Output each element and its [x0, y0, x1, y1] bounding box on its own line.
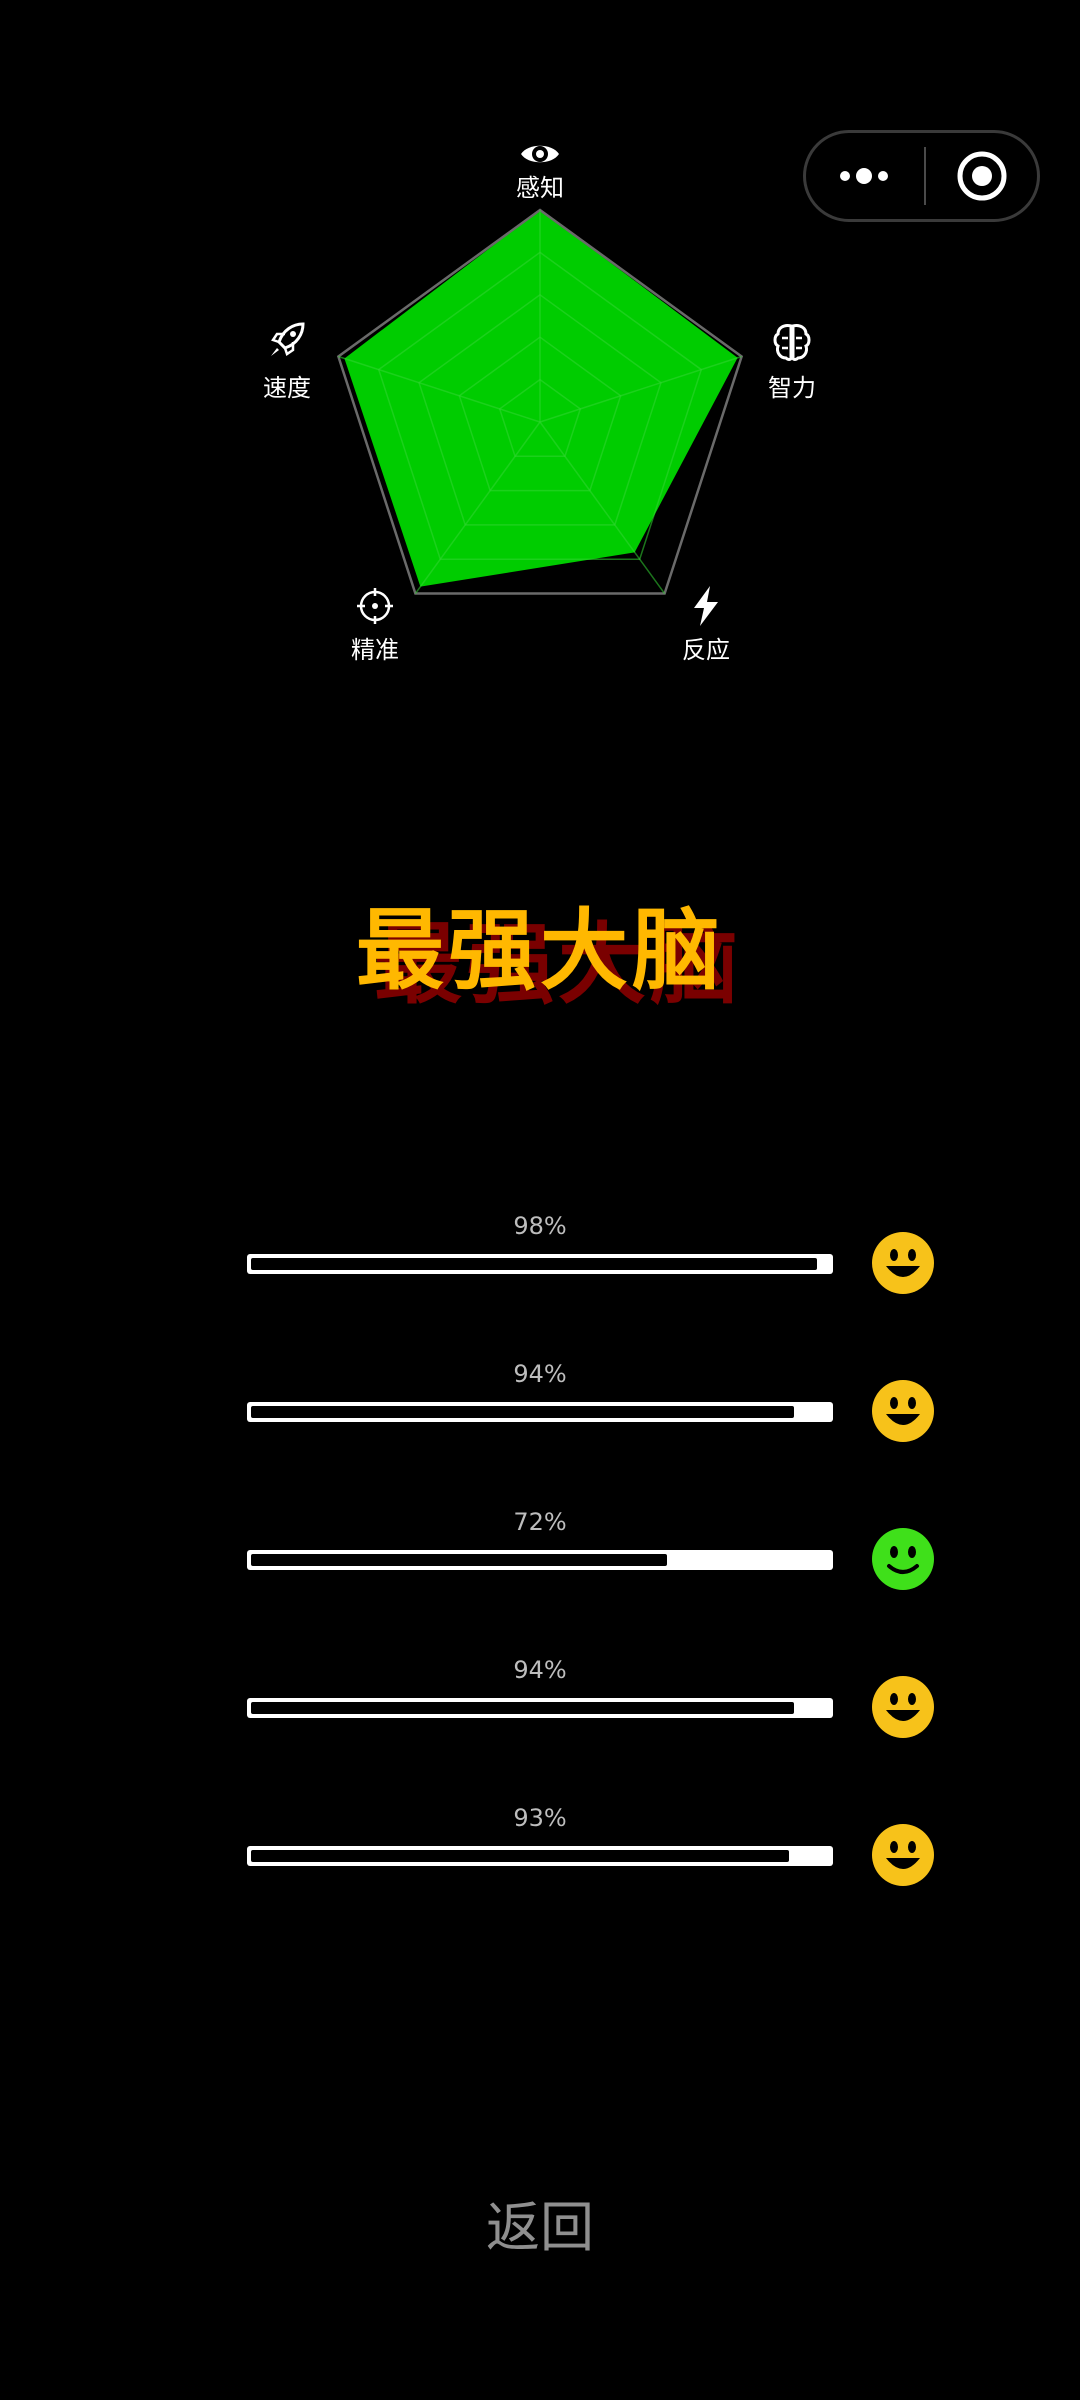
score-percent: 94%	[513, 1656, 567, 1684]
smile-icon	[872, 1528, 934, 1590]
score-percent: 98%	[513, 1212, 567, 1240]
score-row: 98%	[0, 1212, 1080, 1312]
score-row: 72%	[0, 1508, 1080, 1608]
score-bar-fill	[251, 1554, 668, 1566]
big-grin-icon	[872, 1676, 934, 1738]
radar-data-area	[344, 210, 738, 587]
score-row: 93%	[0, 1804, 1080, 1904]
radar-chart	[336, 208, 744, 595]
brain-icon	[773, 324, 811, 361]
score-bar-fill	[251, 1850, 789, 1862]
big-grin-icon	[872, 1232, 934, 1294]
lightning-icon	[694, 586, 718, 626]
score-percent: 94%	[513, 1360, 567, 1388]
score-bar	[247, 1846, 833, 1866]
axis-label-intelligence: 智力	[768, 374, 816, 402]
score-percent: 93%	[513, 1804, 567, 1832]
score-bar	[247, 1550, 833, 1570]
score-bar	[247, 1698, 833, 1718]
score-bar-fill	[251, 1258, 818, 1270]
big-grin-icon	[872, 1824, 934, 1886]
result-title: 最强大脑 最强大脑	[0, 880, 1080, 1016]
axis-label-perception: 感知	[516, 174, 564, 202]
score-bar	[247, 1254, 833, 1274]
title-text: 最强大脑	[355, 899, 724, 1002]
score-bar-fill	[251, 1406, 795, 1418]
score-row: 94%	[0, 1360, 1080, 1460]
result-page: 感知 智力 反应 精准 速度 最强大脑 最强大脑 98% 94% 72% 94%…	[0, 0, 1080, 2400]
score-percent: 72%	[513, 1508, 567, 1536]
crosshair-icon	[357, 588, 393, 624]
score-bar	[247, 1402, 833, 1422]
score-bar-fill	[251, 1702, 795, 1714]
score-row: 94%	[0, 1656, 1080, 1756]
ability-radar: 感知 智力 反应 精准 速度	[0, 0, 1080, 700]
rocket-icon	[271, 322, 305, 356]
back-button[interactable]: 返回	[440, 2188, 640, 2268]
axis-label-precision: 精准	[351, 636, 399, 664]
axis-label-reaction: 反应	[682, 636, 730, 664]
big-grin-icon	[872, 1380, 934, 1442]
axis-label-speed: 速度	[263, 374, 311, 402]
